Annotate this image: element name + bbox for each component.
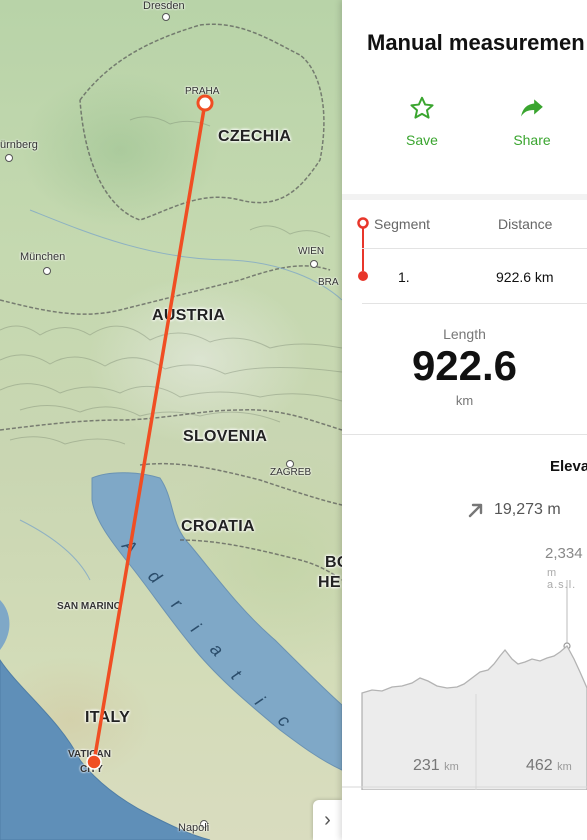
share-label: Share xyxy=(513,132,551,148)
axis-value: 231 xyxy=(413,757,440,774)
elevation-title: Eleva xyxy=(550,458,587,475)
map-view[interactable]: Dresden PRAHA ürnberg München WIEN BRA Z… xyxy=(0,0,342,840)
route-start-marker xyxy=(196,94,214,112)
segment-column-header: Segment xyxy=(374,216,431,232)
segment-index: 1. xyxy=(398,269,410,285)
collapse-panel-button[interactable]: › xyxy=(313,800,342,840)
share-button[interactable]: Share xyxy=(502,95,562,148)
table-row[interactable]: 1. 922.6 km xyxy=(342,250,587,302)
axis-unit: km xyxy=(557,761,572,773)
elevation-profile-chart[interactable] xyxy=(342,560,587,790)
segment-distance: 922.6 km xyxy=(496,269,554,285)
axis-value: 462 xyxy=(526,757,553,774)
total-ascent: 19,273 m xyxy=(494,501,561,518)
route-line xyxy=(92,101,207,764)
panel-title: Manual measuremen xyxy=(367,30,585,55)
axis-label-1: 231 km xyxy=(413,757,459,775)
measurement-panel: Manual measuremen Save Share Segment Dis… xyxy=(342,0,587,840)
route-end-marker xyxy=(86,754,102,770)
star-outline-icon xyxy=(410,96,434,119)
chevron-right-icon: › xyxy=(324,808,331,831)
divider xyxy=(362,248,587,249)
divider xyxy=(342,194,587,200)
axis-label-2: 462 km xyxy=(526,757,572,775)
ascent-arrow-icon xyxy=(468,503,483,518)
divider xyxy=(362,303,587,304)
length-unit: km xyxy=(455,393,474,408)
distance-column-header: Distance xyxy=(498,216,553,232)
save-label: Save xyxy=(406,132,438,148)
length-value: 922.6 xyxy=(411,342,518,389)
share-arrow-icon xyxy=(521,99,543,117)
route-overlay xyxy=(86,94,214,770)
axis-unit: km xyxy=(444,761,459,773)
length-label: Length xyxy=(443,326,486,342)
divider xyxy=(342,434,587,435)
save-button[interactable]: Save xyxy=(392,95,452,148)
